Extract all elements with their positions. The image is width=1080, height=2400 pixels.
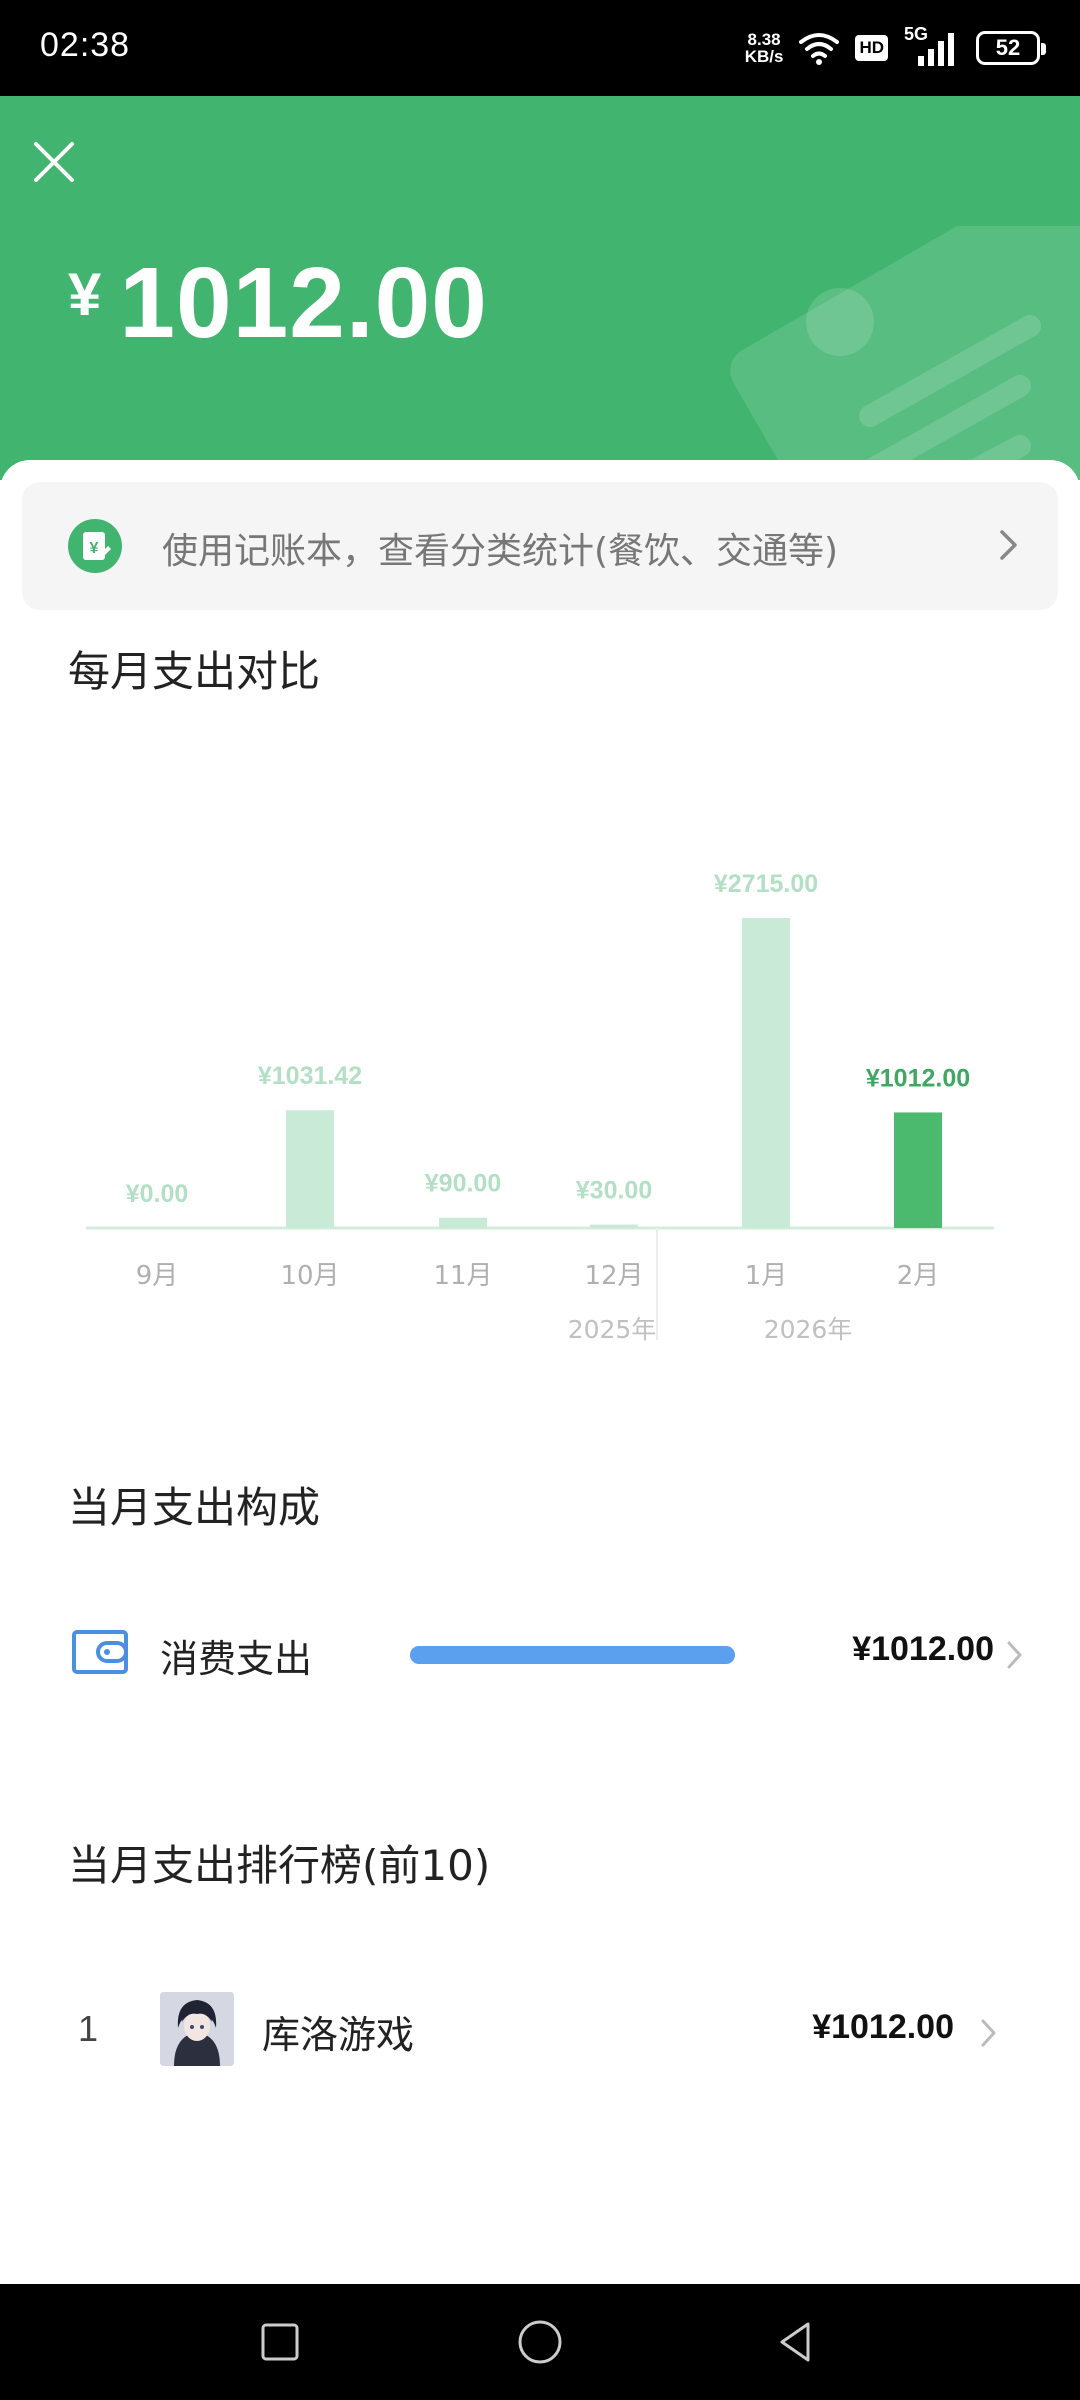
ranking-number: 1	[78, 2008, 99, 2049]
composition-title: 当月支出构成	[68, 1483, 321, 1532]
chart-value-label: ¥1031.42	[258, 1062, 362, 1090]
composition-label: 消费支出	[160, 1637, 313, 1681]
home-circle-icon[interactable]	[510, 2312, 570, 2372]
composition-share-bar	[410, 1646, 735, 1664]
chart-bar	[894, 1112, 942, 1228]
ranking-title: 当月支出排行榜(前10)	[68, 1841, 491, 1890]
monthly-expense-chart: ¥0.00 9月 ¥1031.42 10月 ¥90.00 11月 ¥30.00 12月 ¥271…	[86, 870, 994, 1344]
chart-bar	[439, 1217, 487, 1228]
merchant-avatar	[160, 1992, 234, 2066]
ranking-amount: ¥1012.00	[812, 2008, 954, 2046]
chart-year-label: 2025年	[568, 1315, 657, 1344]
chart-bar	[286, 1110, 334, 1228]
composition-share-fill	[410, 1646, 735, 1664]
chart-bar	[590, 1224, 638, 1228]
chart-value-label: ¥1012.00	[866, 1064, 970, 1092]
wallet-icon	[72, 1630, 128, 1674]
chart-year-label: 2026年	[764, 1315, 853, 1344]
chart-category-label: 10月	[280, 1261, 339, 1291]
back-triangle-icon[interactable]	[766, 2312, 826, 2372]
chart-bar	[742, 918, 790, 1228]
chart-category-label: 12月	[584, 1261, 643, 1291]
chart-value-label: ¥2715.00	[714, 870, 818, 898]
recents-square-icon[interactable]	[250, 2312, 310, 2372]
chevron-right-icon	[981, 2019, 996, 2047]
chart-value-label: ¥90.00	[425, 1170, 501, 1198]
chart-category-label: 2月	[897, 1261, 940, 1291]
chart-category-label: 11月	[433, 1261, 492, 1291]
system-nav-bar	[0, 2284, 1080, 2400]
merchant-name: 库洛游戏	[262, 2013, 415, 2057]
composition-item[interactable]: 消费支出 ¥1012.00	[0, 1600, 1080, 1700]
composition-amount: ¥1012.00	[852, 1630, 994, 1668]
chart-category-label: 9月	[136, 1261, 179, 1291]
ranking-item[interactable]: 1 库洛游戏 ¥1012.00	[0, 1980, 1080, 2080]
chart-value-label: ¥30.00	[576, 1177, 652, 1205]
chart-category-label: 1月	[745, 1261, 788, 1291]
chart-value-label: ¥0.00	[126, 1180, 189, 1208]
chevron-right-icon	[1007, 1641, 1022, 1669]
